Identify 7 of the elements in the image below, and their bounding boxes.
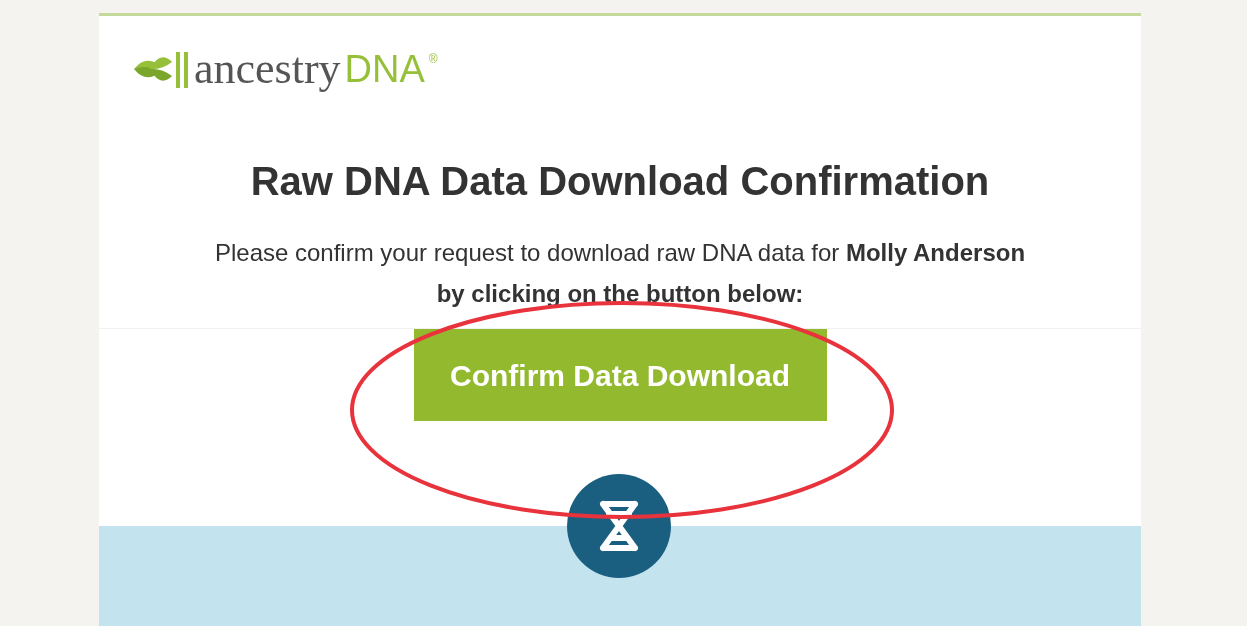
page-heading: Raw DNA Data Download Confirmation (249, 158, 991, 205)
registered-mark: ® (428, 51, 438, 68)
dna-badge-icon (567, 474, 671, 578)
confirm-download-button[interactable]: Confirm Data Download (413, 329, 827, 421)
confirmation-message: Please confirm your request to download raw DNA data for Molly Anderson by clicking on the button below: (213, 238, 1027, 309)
brand-suffix: DNA (344, 50, 425, 88)
brand-name: ancestry (194, 47, 341, 91)
